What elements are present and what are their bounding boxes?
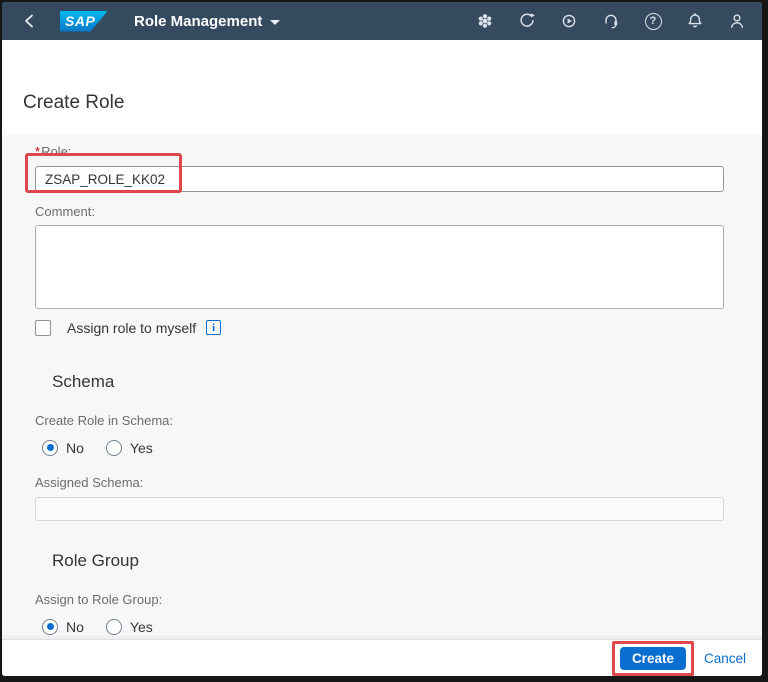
play-circle-icon [562, 14, 576, 28]
headset-icon [605, 14, 618, 29]
info-glyph: i [212, 321, 216, 334]
assigned-schema-input [35, 497, 724, 521]
back-button[interactable] [16, 7, 44, 35]
radio-group-yes[interactable] [105, 618, 122, 635]
cancel-button[interactable]: Cancel [704, 651, 746, 666]
product-switch-button[interactable] [471, 7, 499, 35]
assign-to-role-group-radio-group: No Yes [42, 618, 724, 635]
page-title: Create Role [23, 92, 125, 113]
role-label-text: Role: [41, 144, 72, 159]
shell-bar: SAP Role Management ? [2, 2, 762, 40]
schema-section-heading: Schema [52, 372, 115, 391]
app-title: Role Management [134, 12, 263, 30]
role-group-section-heading: Role Group [52, 551, 139, 570]
create-button[interactable]: Create [619, 646, 686, 670]
create-in-schema-radio-group: No Yes [42, 439, 724, 456]
profile-button[interactable] [723, 7, 751, 35]
role-input[interactable] [35, 166, 724, 192]
shell-actions: ? [471, 7, 751, 35]
create-annotation-box: Create [611, 640, 694, 676]
module-cluster-icon [478, 14, 492, 28]
help-button[interactable]: ? [639, 7, 667, 35]
radio-schema-yes-label[interactable]: Yes [130, 440, 153, 456]
radio-group-yes-label[interactable]: Yes [130, 619, 153, 635]
radio-schema-yes[interactable] [105, 439, 122, 456]
help-glyph: ? [649, 15, 657, 27]
app-title-menu[interactable]: Role Management [134, 12, 281, 30]
refresh-icon [520, 13, 535, 27]
page-header: Create Role [2, 40, 762, 135]
screenshot-frame: SAP Role Management ? Create Role *Role:… [0, 0, 768, 682]
assign-to-role-group-label: Assign to Role Group: [35, 592, 163, 607]
app-window: SAP Role Management ? Create Role *Role:… [2, 2, 762, 676]
radio-group-no-label[interactable]: No [66, 619, 84, 635]
notifications-button[interactable] [681, 7, 709, 35]
info-icon[interactable]: i [206, 320, 222, 335]
support-button[interactable] [597, 7, 625, 35]
person-icon [730, 14, 744, 28]
create-role-form: *Role: Comment: Assign role to myself i … [2, 135, 762, 639]
chevron-down-icon [270, 19, 281, 25]
bell-icon [688, 13, 702, 28]
role-field-label: *Role: [35, 135, 724, 159]
assign-to-myself-label[interactable]: Assign role to myself [67, 320, 196, 336]
footer-bar: Create Cancel [2, 639, 762, 676]
assign-to-myself-row: Assign role to myself i [35, 319, 724, 336]
restart-tour-button[interactable] [555, 7, 583, 35]
help-icon: ? [644, 12, 662, 30]
comment-field-label: Comment: [35, 204, 95, 219]
radio-group-no[interactable] [42, 618, 58, 635]
assigned-schema-label: Assigned Schema: [35, 475, 144, 490]
chevron-left-icon [25, 14, 33, 28]
sap-logo: SAP [60, 10, 108, 32]
create-in-schema-label: Create Role in Schema: [35, 413, 174, 428]
radio-schema-no[interactable] [42, 439, 58, 456]
refresh-button[interactable] [513, 7, 541, 35]
assign-to-myself-checkbox[interactable] [35, 319, 51, 336]
radio-schema-no-label[interactable]: No [66, 440, 84, 456]
required-marker: * [35, 144, 41, 159]
comment-textarea[interactable] [35, 225, 724, 309]
